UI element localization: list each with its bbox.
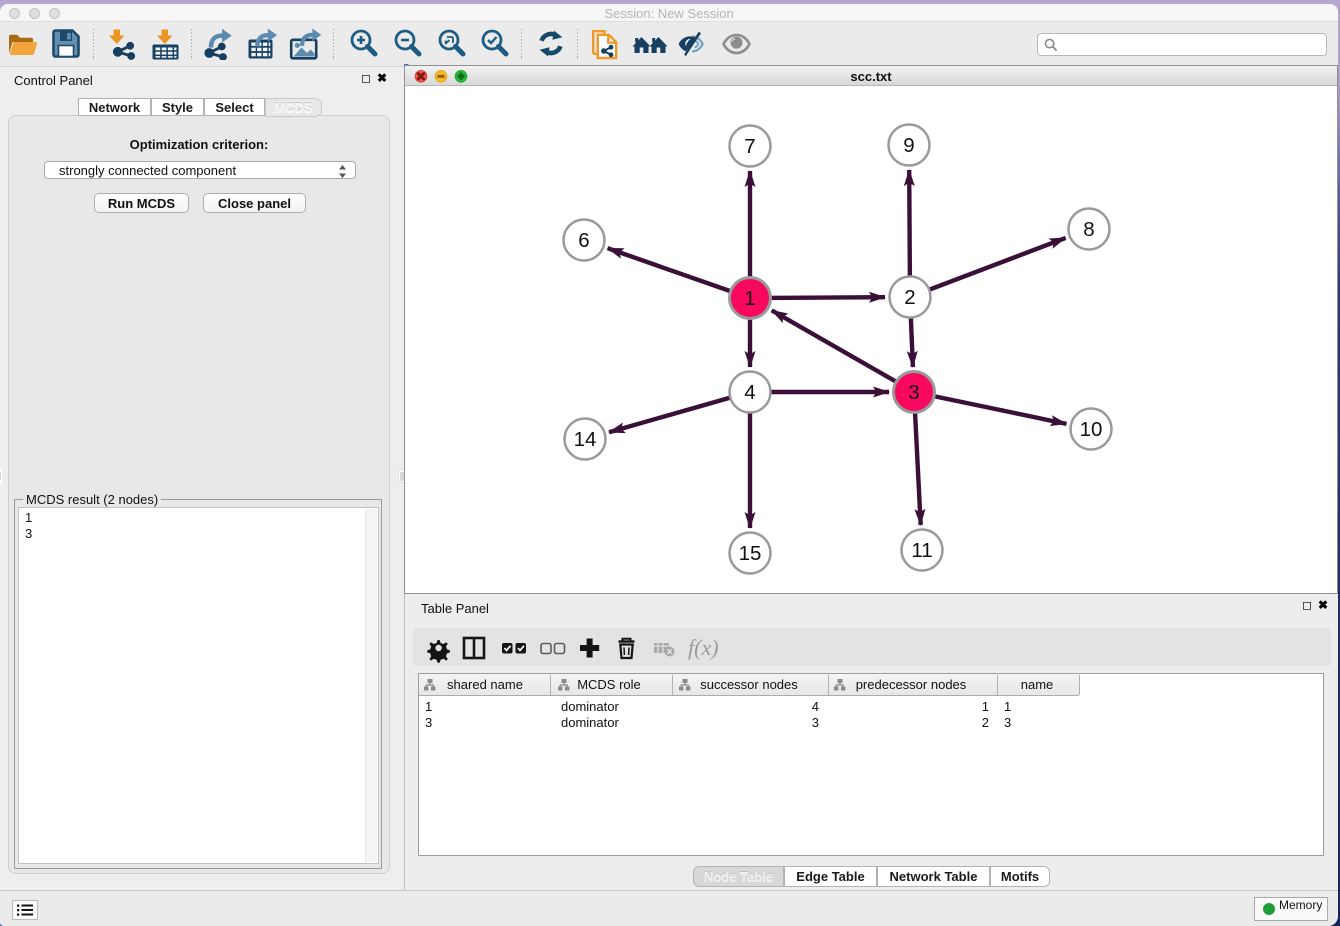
svg-text:name: name [1021, 677, 1054, 692]
svg-text:14: 14 [574, 428, 597, 451]
svg-text:f(x): f(x) [688, 635, 719, 660]
svg-text:MCDS role: MCDS role [577, 677, 641, 692]
svg-text:1: 1 [744, 287, 755, 310]
svg-text:3: 3 [908, 381, 919, 404]
svg-text:9: 9 [903, 134, 914, 157]
svg-text:successor nodes: successor nodes [700, 677, 798, 692]
svg-text:4: 4 [744, 381, 755, 404]
svg-text:15: 15 [739, 542, 762, 565]
svg-text:7: 7 [744, 135, 755, 158]
svg-text:shared name: shared name [447, 677, 523, 692]
svg-text:6: 6 [578, 229, 589, 252]
svg-text:predecessor nodes: predecessor nodes [856, 677, 967, 692]
svg-text:10: 10 [1080, 418, 1103, 441]
svg-text:11: 11 [911, 539, 932, 562]
svg-text:2: 2 [904, 286, 915, 309]
svg-text:8: 8 [1083, 218, 1094, 241]
